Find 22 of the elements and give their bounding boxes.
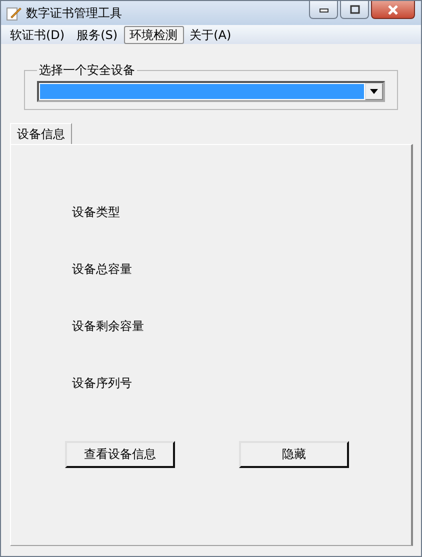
field-label: 设备序列号 bbox=[72, 375, 133, 391]
close-button[interactable] bbox=[371, 1, 415, 19]
push-button[interactable]: 隐藏 bbox=[239, 441, 349, 468]
minimize-button[interactable] bbox=[309, 1, 338, 19]
maximize-button[interactable] bbox=[340, 1, 369, 19]
group-title: 选择一个安全设备 bbox=[38, 62, 136, 79]
menu-item[interactable]: 关于(A) bbox=[184, 26, 238, 44]
pen-icon bbox=[6, 5, 22, 21]
push-button[interactable]: 查看设备信息 bbox=[65, 441, 175, 468]
menu-item[interactable]: 服务(S) bbox=[70, 26, 124, 44]
menu-item[interactable]: 环境检测 bbox=[124, 26, 184, 44]
field-label: 设备类型 bbox=[72, 204, 121, 220]
tab[interactable]: 设备信息 bbox=[10, 123, 72, 144]
device-dropdown[interactable] bbox=[37, 81, 385, 102]
field-label: 设备剩余容量 bbox=[72, 318, 145, 334]
maximize-icon bbox=[350, 5, 360, 14]
menu-item[interactable]: 软证书(D) bbox=[4, 26, 71, 44]
window-title: 数字证书管理工具 bbox=[26, 4, 122, 22]
minimize-icon bbox=[318, 6, 328, 12]
field-label: 设备总容量 bbox=[72, 261, 133, 277]
dropdown-arrow-icon bbox=[370, 89, 378, 94]
close-icon bbox=[387, 4, 399, 14]
